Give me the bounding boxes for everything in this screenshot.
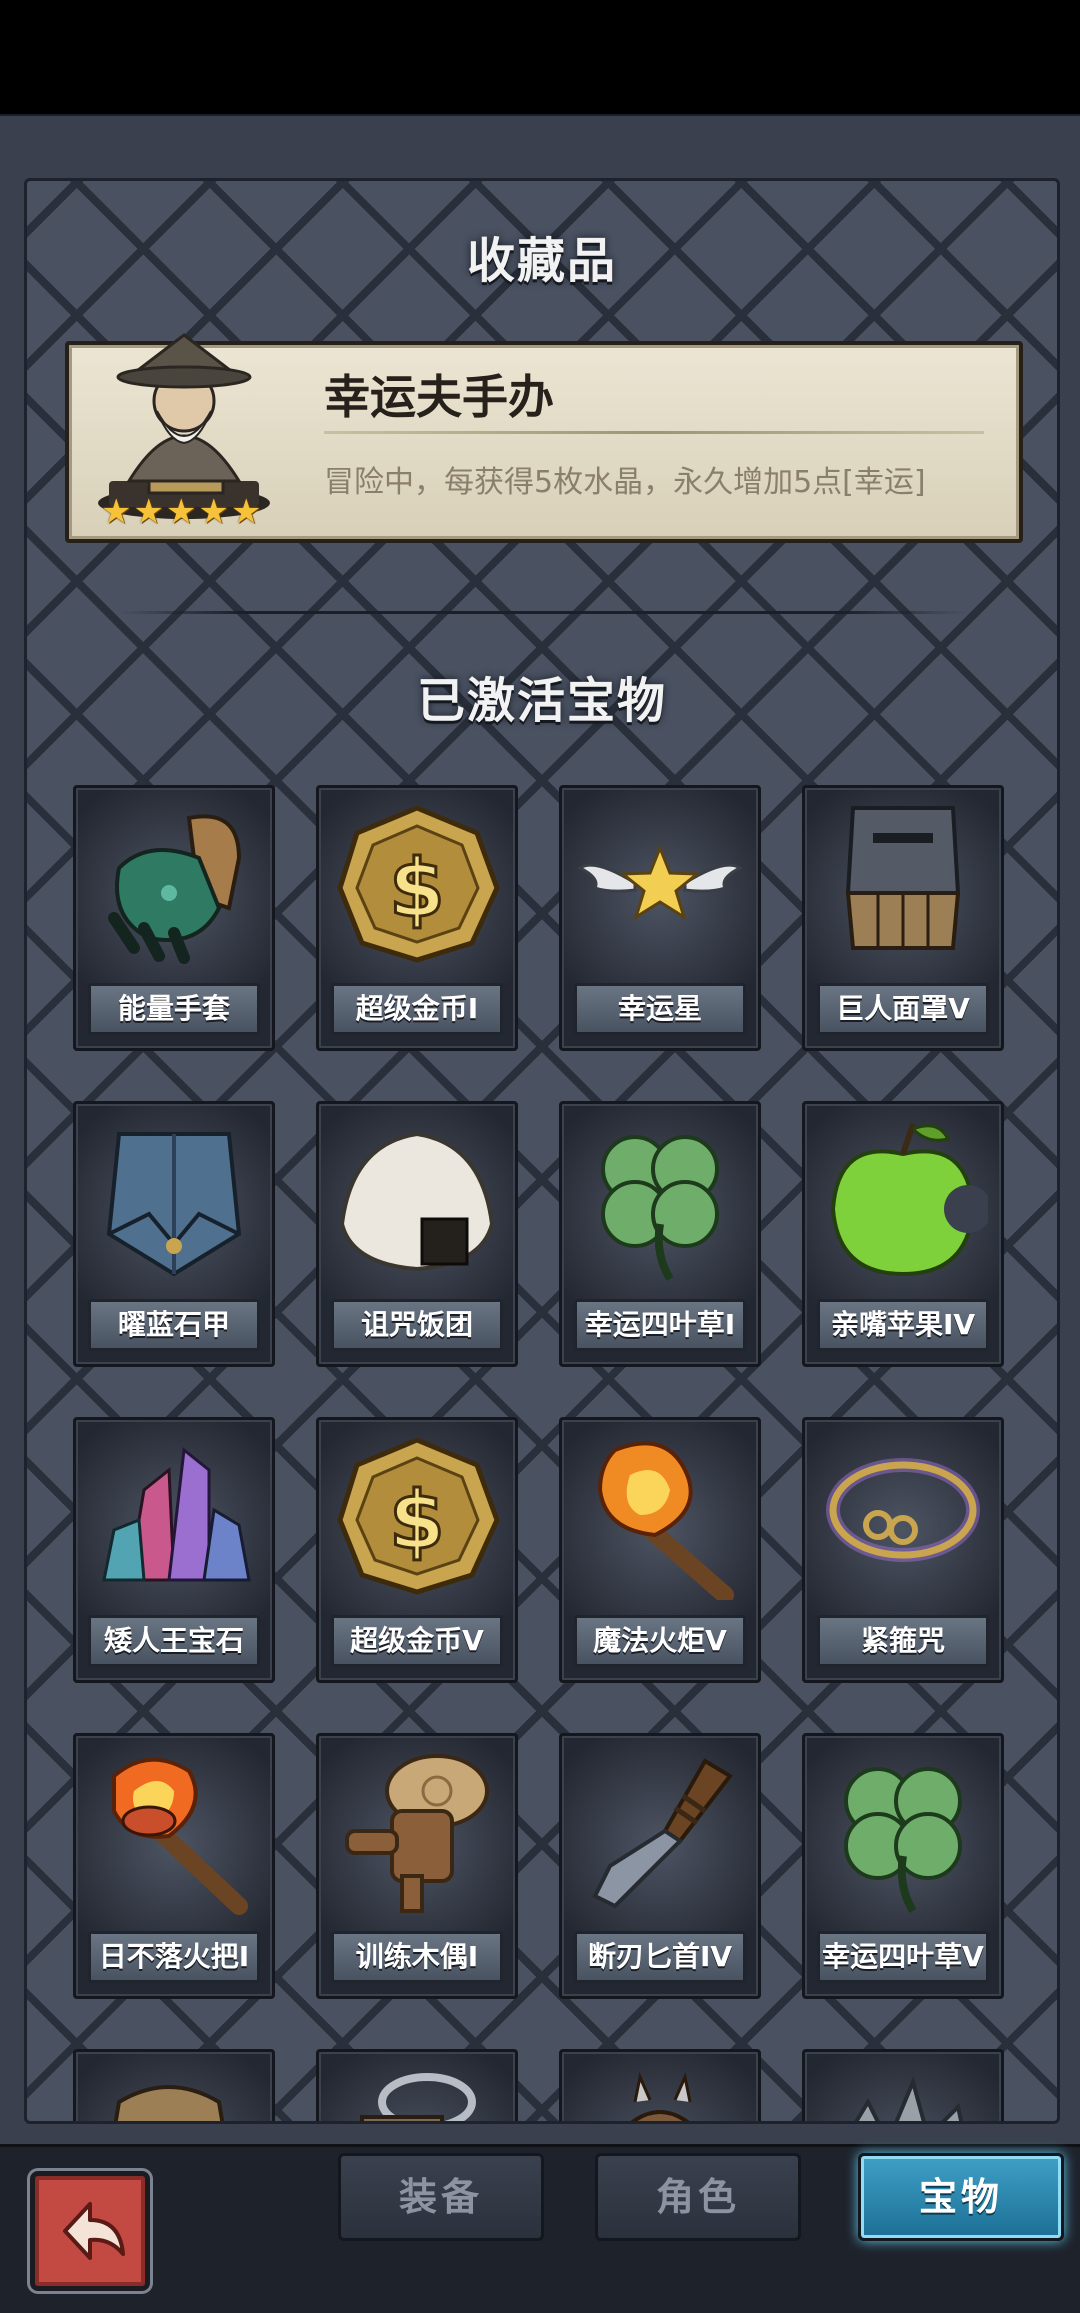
golden-circlet-icon — [826, 1458, 980, 1562]
treasure-label: 日不落火把I — [88, 1931, 260, 1983]
blue-armor-icon — [106, 1132, 242, 1277]
treasure-label: 诅咒饭团 — [331, 1299, 503, 1351]
star-icon: ★ — [133, 492, 164, 532]
bottom-nav-bar: 装备 角色 宝物 — [0, 2144, 1080, 2313]
treasure-slot[interactable]: 训练木偶I — [316, 1733, 518, 1999]
wooden-dummy-icon — [345, 1754, 489, 1913]
tab-character[interactable]: 角色 — [595, 2153, 801, 2241]
treasure-label: 亲嘴苹果IV — [817, 1299, 989, 1351]
star-icon: ★ — [198, 492, 229, 532]
fire-torch-icon — [112, 1757, 248, 1915]
treasure-slot[interactable]: 魔法火炬V — [559, 1417, 761, 1683]
treasure-slot[interactable]: $ 超级金币I — [316, 785, 518, 1051]
return-arrow-icon — [63, 2202, 125, 2260]
treasure-label: 紧箍咒 — [817, 1615, 989, 1667]
crystal-gems-icon — [102, 1447, 251, 1582]
giant-mask-icon — [845, 806, 961, 950]
treasure-slot[interactable]: 日不落火把I — [73, 1733, 275, 1999]
treasure-slot[interactable]: 幸运星 — [559, 785, 761, 1051]
green-apple-icon — [830, 1123, 988, 1277]
treasure-label: 断刃匕首IV — [574, 1931, 746, 1983]
four-leaf-clover-icon — [844, 1767, 962, 1914]
treasure-slot-partial[interactable] — [73, 2049, 275, 2121]
treasure-slot[interactable]: 曜蓝石甲 — [73, 1101, 275, 1367]
treasure-slot[interactable]: 亲嘴苹果IV — [802, 1101, 1004, 1367]
treasure-label: 巨人面罩V — [817, 983, 989, 1035]
treasure-label: 幸运四叶草I — [574, 1299, 746, 1351]
treasure-slot[interactable]: 巨人面罩V — [802, 785, 1004, 1051]
featured-collectible-card[interactable]: ★ ★ ★ ★ ★ 幸运夫手办 冒险中，每获得5枚水晶，永久增加5点[幸运] — [65, 333, 1023, 543]
treasures-title: 已激活宝物 — [416, 673, 667, 729]
magic-torch-icon — [597, 1441, 734, 1600]
collection-title: 收藏品 — [466, 233, 617, 289]
treasure-slot[interactable]: 诅咒饭团 — [316, 1101, 518, 1367]
tab-equipment[interactable]: 装备 — [338, 2153, 544, 2241]
treasure-slot[interactable]: 紧箍咒 — [802, 1417, 1004, 1683]
gold-coin-icon: $ — [337, 1437, 500, 1595]
rice-ball-icon — [339, 1131, 495, 1272]
treasure-slot-partial[interactable] — [559, 2049, 761, 2121]
svg-text:$: $ — [389, 842, 445, 935]
treasure-label: 超级金币I — [331, 983, 503, 1035]
treasure-label: 魔法火炬V — [574, 1615, 746, 1667]
treasure-label: 矮人王宝石 — [88, 1615, 260, 1667]
treasure-label: 超级金币V — [331, 1615, 503, 1667]
section-divider — [117, 611, 967, 614]
ring-hook-icon — [360, 2073, 476, 2121]
treasure-slot[interactable]: 能量手套 — [73, 785, 275, 1051]
winged-star-icon — [577, 843, 743, 921]
treasure-slot[interactable]: $ 超级金币V — [316, 1417, 518, 1683]
treasure-slot-partial[interactable] — [802, 2049, 1004, 2121]
thorn-crown-icon — [854, 2075, 964, 2121]
card-divider — [324, 431, 984, 434]
treasure-label: 幸运星 — [574, 983, 746, 1035]
star-icon: ★ — [165, 492, 197, 532]
gold-coin-icon: $ — [337, 805, 500, 963]
treasure-label: 幸运四叶草V — [817, 1931, 989, 1983]
collectible-name: 幸运夫手办 — [324, 370, 554, 424]
treasure-label: 能量手套 — [88, 983, 260, 1035]
spiked-helmet-icon — [630, 2072, 692, 2121]
status-bar — [0, 0, 1080, 114]
tab-treasure[interactable]: 宝物 — [858, 2153, 1064, 2241]
treasure-slot[interactable]: 幸运四叶草V — [802, 1733, 1004, 1999]
treasure-slot[interactable]: 断刃匕首IV — [559, 1733, 761, 1999]
energy-glove-icon — [108, 814, 242, 964]
broken-dagger-icon — [592, 1758, 733, 1909]
star-icon: ★ — [101, 492, 132, 532]
treasure-label: 曜蓝石甲 — [88, 1299, 260, 1351]
collectible-description: 冒险中，每获得5枚水晶，永久增加5点[幸运] — [324, 465, 926, 500]
star-rating: ★ ★ ★ ★ ★ — [101, 495, 261, 529]
leather-pouch-icon — [113, 2085, 225, 2121]
back-button[interactable] — [30, 2171, 150, 2291]
star-icon: ★ — [230, 492, 262, 532]
svg-text:$: $ — [389, 1474, 445, 1567]
four-leaf-clover-icon — [601, 1135, 719, 1282]
treasure-slot[interactable]: 矮人王宝石 — [73, 1417, 275, 1683]
treasure-slot[interactable]: 幸运四叶草I — [559, 1101, 761, 1367]
treasure-slot-partial[interactable] — [316, 2049, 518, 2121]
collection-panel[interactable]: 收藏品 ★ ★ ★ ★ ★ 幸运夫手办 冒险中，每获得5枚水晶，永久增加5点[幸… — [24, 178, 1060, 2124]
treasure-label: 训练木偶I — [331, 1931, 503, 1983]
